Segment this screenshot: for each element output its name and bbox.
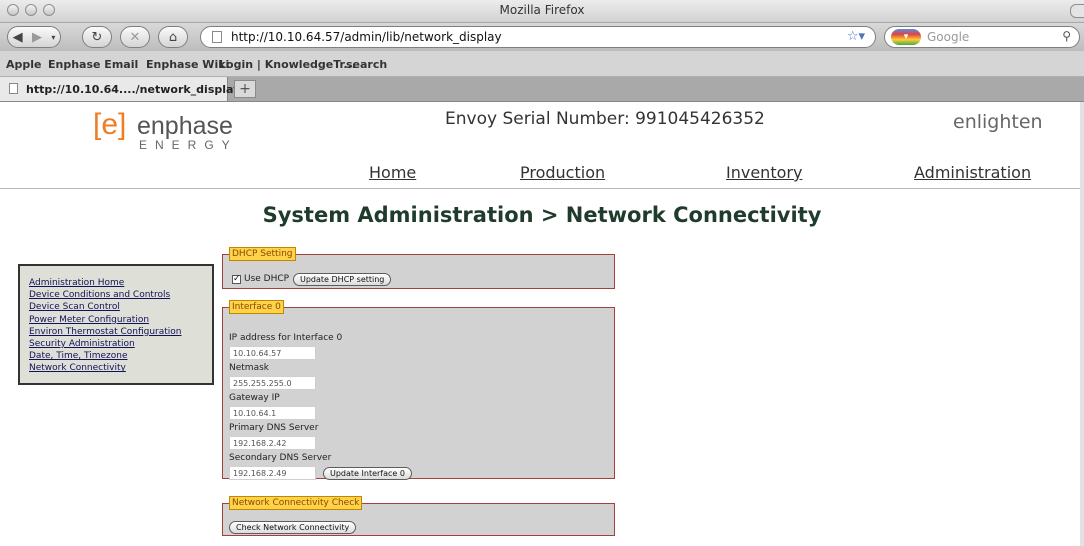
enphase-logo: [e] enphase ENERGY — [93, 108, 233, 152]
tab-label: http://10.10.64..../network_display — [26, 83, 241, 96]
use-dhcp-checkbox[interactable]: ✓ — [232, 275, 241, 284]
network-connectivity-check-panel: Network Connectivity Check Check Network… — [222, 496, 615, 536]
stop-icon: ✕ — [129, 29, 141, 45]
sidebar-link-power-meter[interactable]: Power Meter Configuration — [29, 314, 212, 326]
tab-network-display[interactable]: http://10.10.64..../network_display — [0, 77, 240, 101]
dhcp-setting-panel: DHCP Setting ✓ Use DHCP Update DHCP sett… — [222, 247, 615, 289]
update-dhcp-button[interactable]: Update DHCP setting — [293, 273, 392, 286]
sidebar-link-security[interactable]: Security Administration — [29, 338, 212, 350]
use-dhcp-label: Use DHCP — [244, 274, 290, 284]
admin-sidebar-menu: Administration Home Device Conditions an… — [18, 264, 214, 385]
sidebar-link-environ-thermostat[interactable]: Environ Thermostat Configuration — [29, 326, 212, 338]
bookmark-item[interactable]: Enphase Email — [48, 58, 138, 71]
connectivity-check-legend: Network Connectivity Check — [229, 496, 363, 510]
netmask-label: Netmask — [229, 363, 269, 373]
forward-arrow-icon[interactable]: ▶ — [32, 30, 42, 45]
home-button[interactable]: ⌂ — [158, 26, 188, 48]
nav-administration-link[interactable]: Administration — [914, 163, 1031, 182]
back-forward-buttons[interactable]: ◀ ▶ ▾ — [7, 26, 61, 48]
new-tab-button[interactable]: + — [234, 80, 256, 98]
bookmark-star-icon[interactable]: ☆▾ — [847, 29, 865, 44]
address-bar[interactable]: http://10.10.64.57/admin/lib/network_dis… — [200, 26, 876, 48]
back-arrow-icon[interactable]: ◀ — [13, 30, 23, 45]
bookmark-item[interactable]: search — [346, 58, 387, 71]
navigation-toolbar: ◀ ▶ ▾ ↻ ✕ ⌂ http://10.10.64.57/admin/lib… — [0, 23, 1084, 51]
logo-subtitle: ENERGY — [139, 138, 238, 152]
logo-wordmark: enphase — [137, 112, 233, 140]
sidebar-link-date-time[interactable]: Date, Time, Timezone — [29, 350, 212, 362]
window-title: Mozilla Firefox — [499, 3, 585, 17]
envoy-serial-number: Envoy Serial Number: 991045426352 — [445, 109, 765, 129]
netmask-input[interactable] — [229, 376, 316, 390]
secondary-dns-input[interactable] — [229, 466, 316, 480]
search-bar[interactable]: ▾ Google ⚲ — [884, 26, 1080, 48]
search-engine-icon[interactable]: ▾ — [891, 29, 921, 45]
bookmark-item[interactable]: Apple — [6, 58, 42, 71]
url-text[interactable]: http://10.10.64.57/admin/lib/network_dis… — [231, 30, 502, 44]
gateway-input[interactable] — [229, 406, 316, 420]
update-interface-0-button[interactable]: Update Interface 0 — [323, 467, 412, 480]
bookmark-item[interactable]: Login | KnowledgeTr... — [219, 58, 356, 71]
check-network-connectivity-button[interactable]: Check Network Connectivity — [229, 521, 357, 534]
logo-mark: [e] — [93, 108, 127, 141]
vertical-scrollbar[interactable] — [1080, 102, 1084, 546]
sidebar-link-network-connectivity[interactable]: Network Connectivity — [29, 362, 212, 374]
reload-icon: ↻ — [91, 29, 103, 45]
enlighten-brand: enlighten — [953, 111, 1043, 133]
search-icon[interactable]: ⚲ — [1062, 29, 1071, 43]
gateway-label: Gateway IP — [229, 393, 280, 403]
interface-0-legend: Interface 0 — [229, 300, 284, 314]
page-icon — [212, 31, 222, 43]
nav-inventory-link[interactable]: Inventory — [726, 163, 802, 182]
web-page: [e] enphase ENERGY Envoy Serial Number: … — [0, 102, 1084, 546]
primary-dns-label: Primary DNS Server — [229, 423, 319, 433]
reload-button[interactable]: ↻ — [82, 26, 112, 48]
sidebar-link-administration-home[interactable]: Administration Home — [29, 277, 212, 289]
window-title-bar: Mozilla Firefox — [0, 0, 1084, 23]
secondary-dns-label: Secondary DNS Server — [229, 453, 332, 463]
history-dropdown-icon[interactable]: ▾ — [51, 33, 55, 42]
search-placeholder[interactable]: Google — [927, 30, 969, 44]
ip-address-input[interactable] — [229, 346, 316, 360]
home-icon: ⌂ — [168, 29, 178, 45]
sidebar-link-device-conditions[interactable]: Device Conditions and Controls — [29, 289, 212, 301]
sidebar-link-device-scan[interactable]: Device Scan Control — [29, 301, 212, 313]
bookmark-item[interactable]: Enphase Wiki — [146, 58, 229, 71]
tab-bar: http://10.10.64..../network_display + — [0, 77, 1084, 102]
toolbar-toggle-button[interactable] — [1070, 4, 1084, 18]
nav-production-link[interactable]: Production — [520, 163, 605, 182]
stop-button[interactable]: ✕ — [120, 26, 150, 48]
ip-address-label: IP address for Interface 0 — [229, 333, 343, 343]
primary-dns-input[interactable] — [229, 436, 316, 450]
nav-home-link[interactable]: Home — [369, 163, 416, 182]
divider — [0, 188, 1084, 189]
page-title: System Administration > Network Connecti… — [262, 203, 822, 227]
interface-0-panel: Interface 0 IP address for Interface 0 N… — [222, 300, 615, 480]
dhcp-legend: DHCP Setting — [229, 247, 296, 261]
bookmarks-bar: Apple Enphase Email Enphase Wiki Login |… — [0, 51, 1084, 77]
page-icon — [9, 83, 18, 94]
